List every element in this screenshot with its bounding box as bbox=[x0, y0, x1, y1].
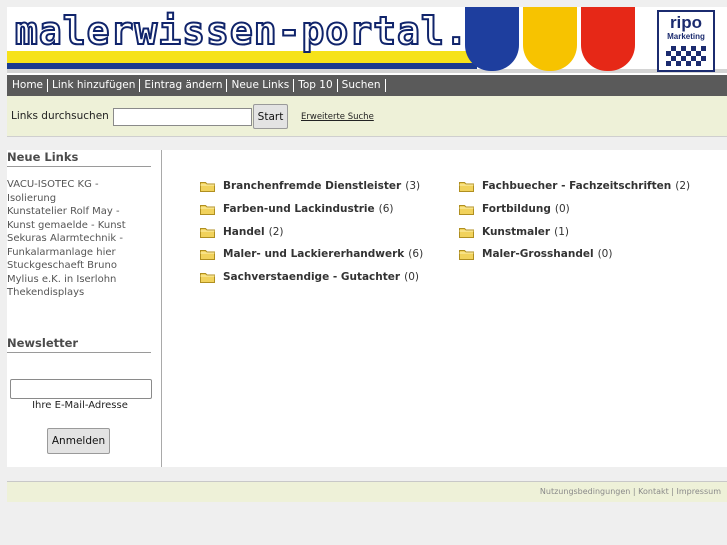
main-content: Neue Links VACU-ISOTEC KG - Isolierung K… bbox=[7, 150, 727, 467]
category-item[interactable]: Kunstmaler (1) bbox=[459, 226, 569, 238]
new-link-line[interactable]: Sekuras Alarmtechnik - bbox=[7, 232, 157, 246]
footer-separator: | bbox=[630, 487, 639, 496]
folder-icon bbox=[200, 227, 215, 238]
nav-top-10[interactable]: Top 10 bbox=[294, 79, 338, 92]
newsletter-email-input[interactable] bbox=[10, 379, 152, 399]
blue-paint-drip bbox=[465, 7, 519, 71]
new-link-line[interactable]: Funkalarmanlage hier bbox=[7, 246, 157, 260]
category-item[interactable]: Fortbildung (0) bbox=[459, 203, 570, 215]
category-name: Branchenfremde Dienstleister bbox=[223, 180, 402, 192]
category-name: Sachverstaendige - Gutachter bbox=[223, 271, 401, 283]
folder-icon bbox=[200, 204, 215, 215]
footer-separator: | bbox=[668, 487, 677, 496]
category-count: (6) bbox=[408, 248, 424, 260]
category-count: (0) bbox=[597, 248, 613, 260]
checkered-flag-icon bbox=[666, 46, 706, 66]
search-start-button[interactable]: Start bbox=[253, 104, 288, 129]
footer-link-terms[interactable]: Nutzungsbedingungen bbox=[540, 487, 630, 496]
folder-icon bbox=[200, 272, 215, 283]
ripo-logo-sub: Marketing bbox=[667, 32, 705, 41]
ripo-marketing-logo[interactable]: ripo Marketing bbox=[657, 10, 715, 72]
advanced-search-link[interactable]: Erweiterte Suche bbox=[301, 112, 374, 122]
new-link-line[interactable]: Isolierung bbox=[7, 192, 157, 206]
category-name: Fachbuecher - Fachzeitschriften bbox=[482, 180, 672, 192]
nav-add-link[interactable]: Link hinzufügen bbox=[48, 79, 141, 92]
category-count: (2) bbox=[675, 180, 691, 192]
category-count: (0) bbox=[554, 203, 570, 215]
newsletter-heading: Newsletter bbox=[7, 336, 151, 353]
site-banner: malerwissen-portal.de ripo Marketing bbox=[7, 7, 727, 75]
category-item[interactable]: Fachbuecher - Fachzeitschriften (2) bbox=[459, 180, 690, 192]
category-count: (1) bbox=[554, 226, 569, 238]
footer: Nutzungsbedingungen | Kontakt | Impressu… bbox=[7, 481, 727, 502]
nav-home[interactable]: Home bbox=[7, 79, 49, 92]
new-links-list: VACU-ISOTEC KG - Isolierung Kunstatelier… bbox=[7, 178, 157, 300]
nav-search[interactable]: Suchen bbox=[338, 79, 386, 92]
search-label: Links durchsuchen bbox=[11, 110, 109, 122]
category-item[interactable]: Handel (2) bbox=[200, 226, 283, 238]
ripo-logo-brand: ripo bbox=[669, 13, 703, 32]
category-name: Handel bbox=[223, 226, 265, 238]
category-name: Maler-Grosshandel bbox=[482, 248, 594, 260]
category-item[interactable]: Branchenfremde Dienstleister (3) bbox=[200, 180, 420, 192]
folder-icon bbox=[459, 181, 474, 192]
new-link-line[interactable]: Stuckgeschaeft Bruno bbox=[7, 259, 157, 273]
search-bar: Links durchsuchen Start Erweiterte Suche bbox=[7, 96, 727, 137]
category-item[interactable]: Farben-und Lackindustrie (6) bbox=[200, 203, 394, 215]
main-navigation: Home Link hinzufügen Eintrag ändern Neue… bbox=[7, 75, 727, 96]
nav-new-links[interactable]: Neue Links bbox=[227, 79, 295, 92]
footer-link-imprint[interactable]: Impressum bbox=[677, 487, 721, 496]
category-count: (0) bbox=[404, 271, 419, 283]
category-count: (6) bbox=[378, 203, 394, 215]
folder-icon bbox=[200, 181, 215, 192]
page: malerwissen-portal.de ripo Marketing Hom… bbox=[7, 0, 727, 545]
category-count: (2) bbox=[268, 226, 284, 238]
newsletter-email-label: Ihre E-Mail-Adresse bbox=[32, 400, 128, 411]
folder-icon bbox=[200, 249, 215, 260]
site-logo-text[interactable]: malerwissen-portal.de bbox=[14, 8, 516, 54]
category-name: Maler- und Lackiererhandwerk bbox=[223, 248, 405, 260]
category-item[interactable]: Sachverstaendige - Gutachter (0) bbox=[200, 271, 419, 283]
category-count: (3) bbox=[405, 180, 421, 192]
new-link-line[interactable]: VACU-ISOTEC KG - bbox=[7, 178, 157, 192]
banner-grey-band bbox=[7, 69, 727, 73]
category-item[interactable]: Maler-Grosshandel (0) bbox=[459, 248, 612, 260]
category-name: Farben-und Lackindustrie bbox=[223, 203, 375, 215]
new-link-line[interactable]: Mylius e.K. in Iserlohn bbox=[7, 273, 157, 287]
folder-icon bbox=[459, 249, 474, 260]
red-paint-drip bbox=[581, 7, 635, 71]
folder-icon bbox=[459, 204, 474, 215]
footer-link-contact[interactable]: Kontakt bbox=[638, 487, 669, 496]
category-item[interactable]: Maler- und Lackiererhandwerk (6) bbox=[200, 248, 423, 260]
nav-edit-entry[interactable]: Eintrag ändern bbox=[140, 79, 228, 92]
sidebar: Neue Links VACU-ISOTEC KG - Isolierung K… bbox=[7, 150, 162, 467]
search-input[interactable] bbox=[113, 108, 252, 126]
folder-icon bbox=[459, 227, 474, 238]
newsletter-subscribe-button[interactable]: Anmelden bbox=[47, 428, 110, 454]
new-links-heading: Neue Links bbox=[7, 150, 151, 167]
category-name: Fortbildung bbox=[482, 203, 551, 215]
new-link-line[interactable]: Thekendisplays bbox=[7, 286, 157, 300]
new-link-line[interactable]: Kunst gemaelde - Kunst bbox=[7, 219, 157, 233]
new-link-line[interactable]: Kunstatelier Rolf May - bbox=[7, 205, 157, 219]
yellow-paint-drip bbox=[523, 7, 577, 71]
category-name: Kunstmaler bbox=[482, 226, 551, 238]
